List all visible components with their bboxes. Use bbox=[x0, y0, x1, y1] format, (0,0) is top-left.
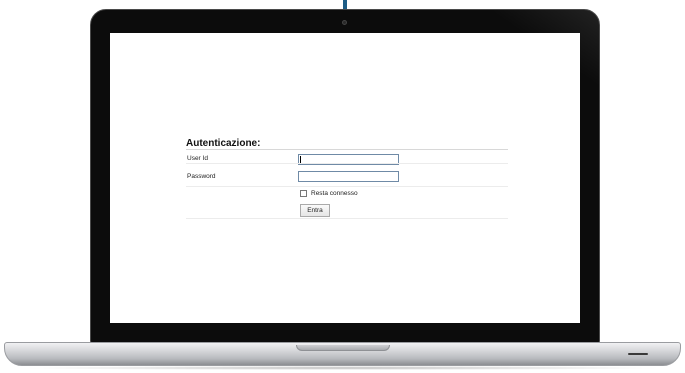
laptop-screen: Autenticazione: User Id Password Resta c… bbox=[110, 33, 580, 323]
row-divider bbox=[186, 163, 508, 164]
text-cursor bbox=[300, 156, 301, 163]
form-bottom-divider bbox=[186, 218, 508, 219]
laptop-mockup: Autenticazione: User Id Password Resta c… bbox=[0, 0, 685, 373]
remember-checkbox[interactable] bbox=[300, 190, 307, 197]
camera-icon bbox=[342, 20, 347, 25]
laptop-shadow bbox=[20, 366, 665, 370]
lid-opening-notch bbox=[296, 345, 390, 351]
status-light-icon bbox=[628, 353, 648, 355]
login-title: Autenticazione: bbox=[186, 138, 261, 149]
userid-label: User Id bbox=[187, 155, 208, 162]
title-divider bbox=[186, 149, 508, 150]
cable-decoration bbox=[343, 0, 347, 9]
password-input[interactable] bbox=[298, 171, 399, 182]
password-label: Password bbox=[187, 173, 216, 180]
row-divider bbox=[186, 186, 508, 187]
login-button[interactable]: Entra bbox=[300, 204, 330, 217]
remember-label[interactable]: Resta connesso bbox=[311, 190, 358, 197]
